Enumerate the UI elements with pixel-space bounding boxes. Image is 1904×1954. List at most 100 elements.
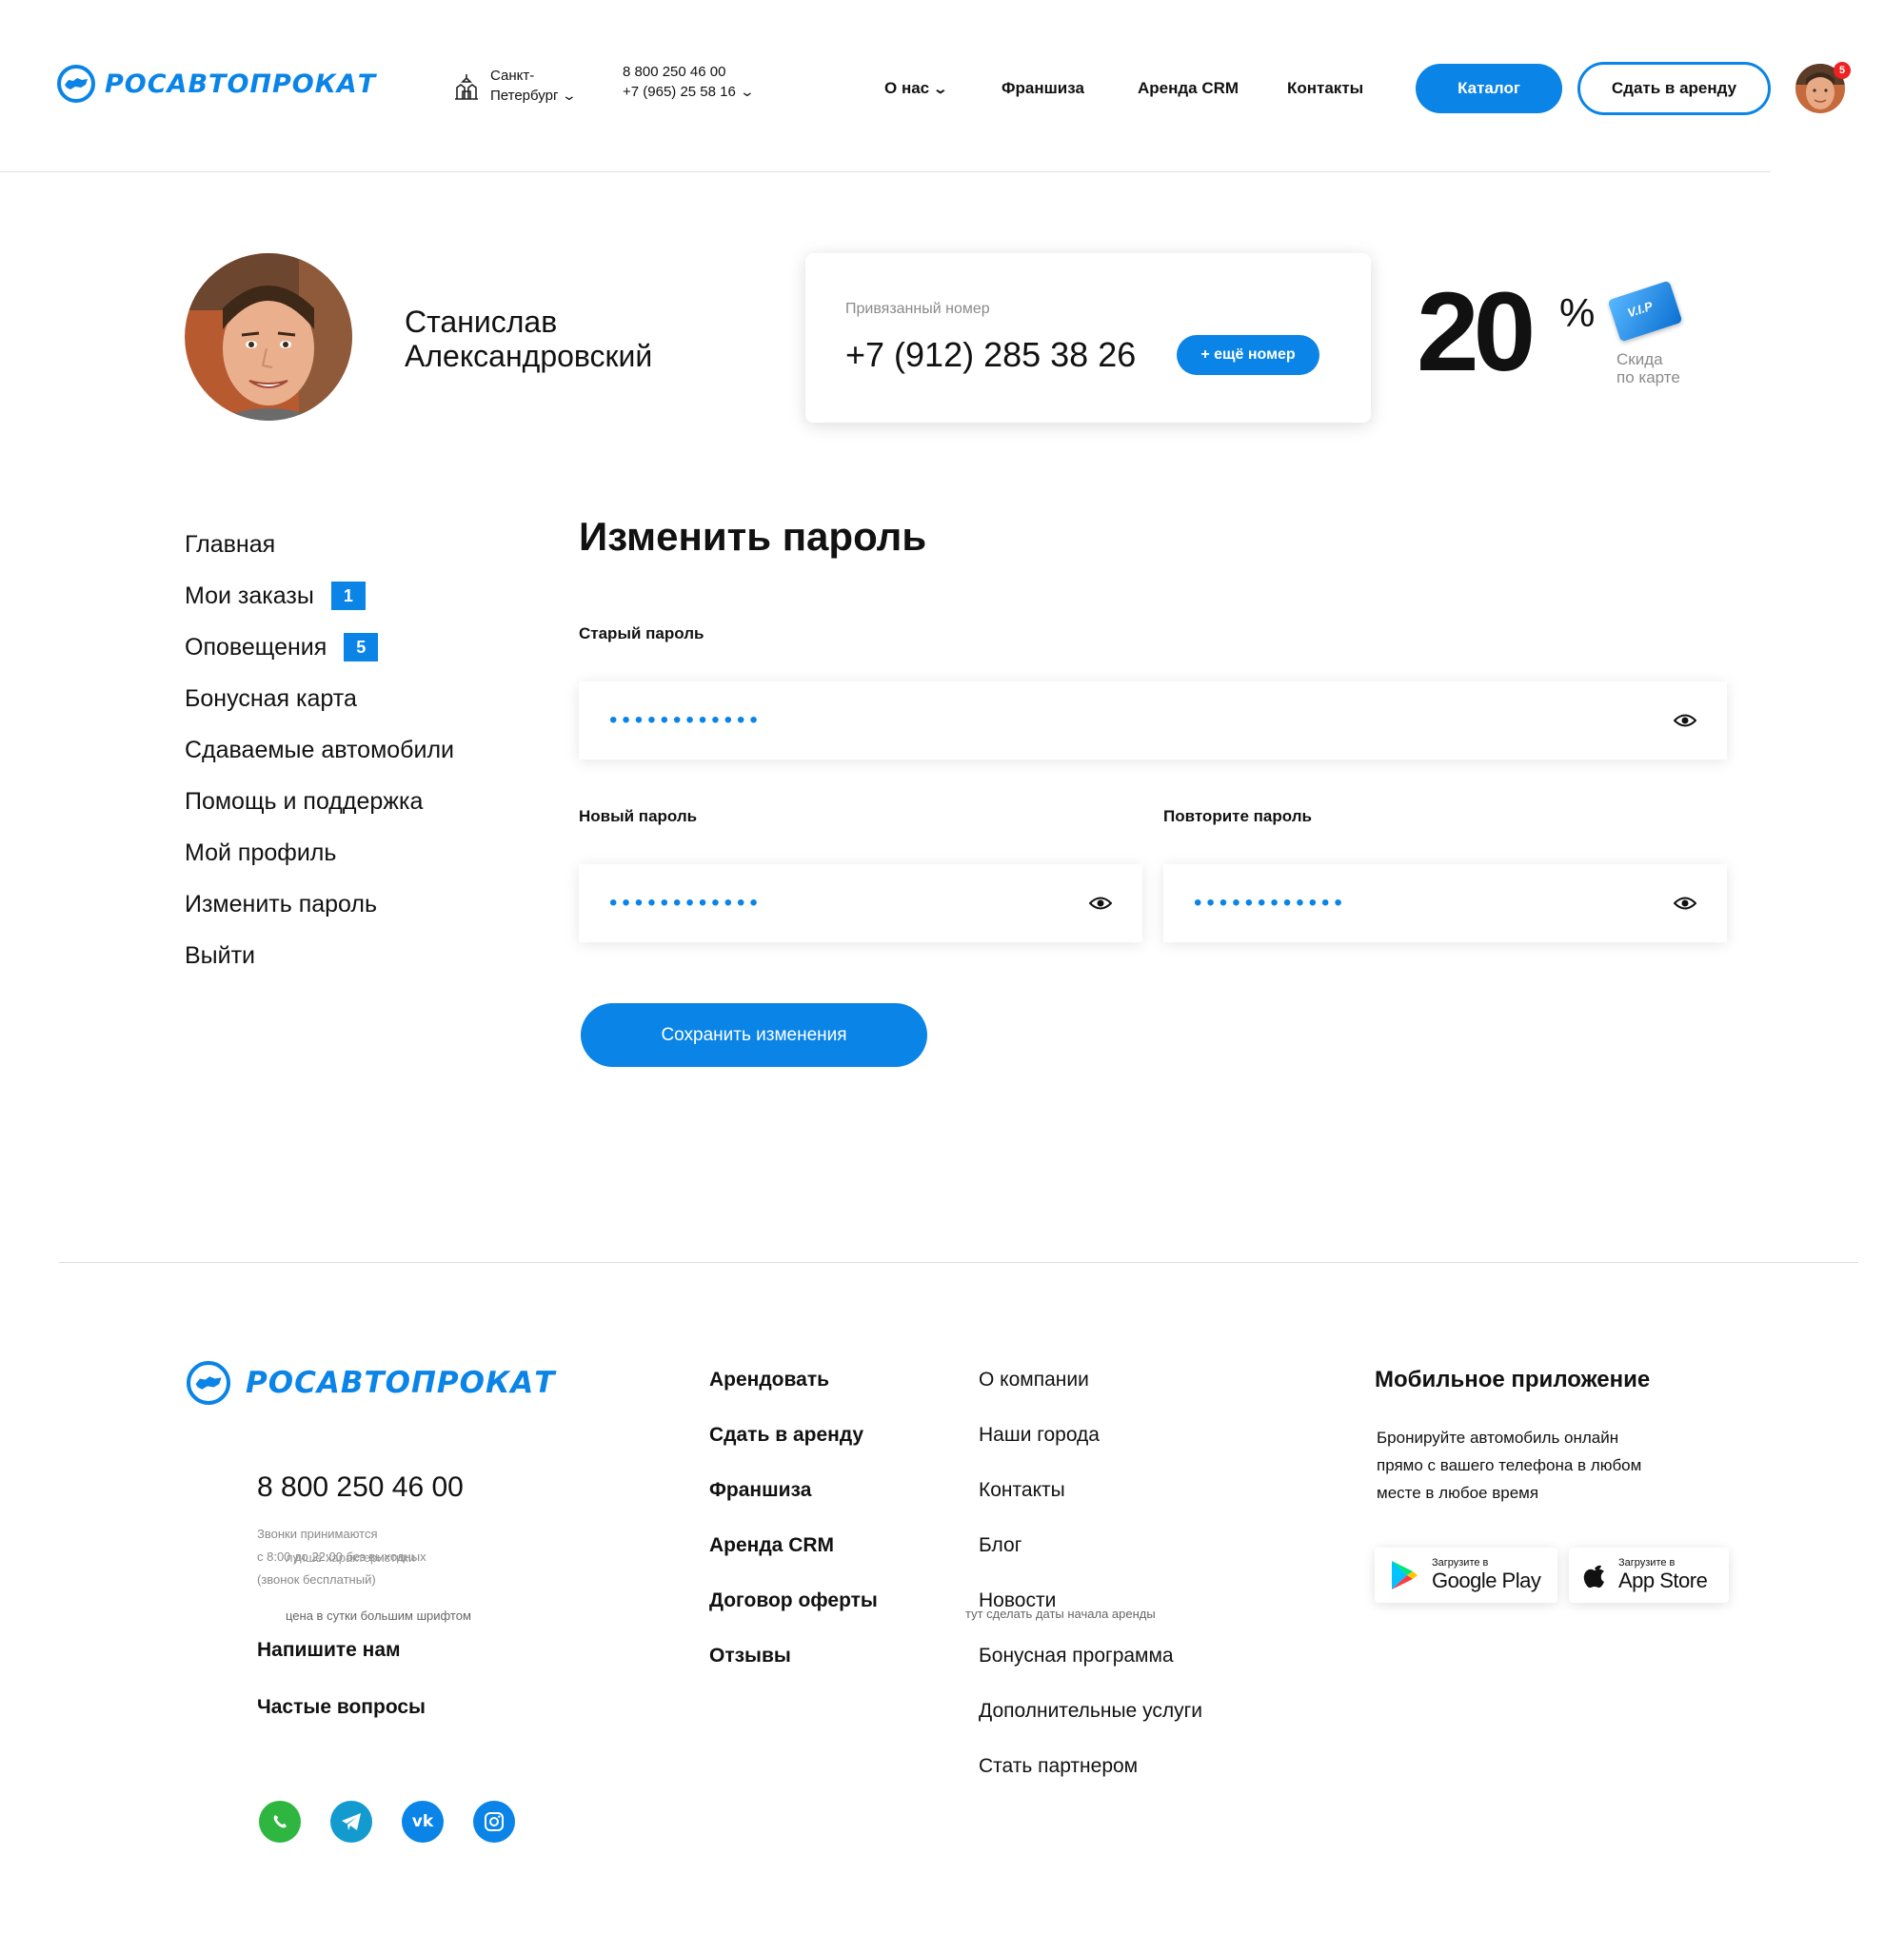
- footer-link-franchise[interactable]: Франшиза: [709, 1479, 878, 1534]
- repeat-password-field[interactable]: ••••••••••••: [1163, 864, 1727, 942]
- vk-icon[interactable]: vk: [402, 1801, 444, 1843]
- app-text-line1: Бронируйте автомобиль онлайн: [1377, 1429, 1619, 1447]
- footer-phone[interactable]: 8 800 250 46 00: [257, 1471, 464, 1504]
- write-us-link[interactable]: Напишите нам: [257, 1639, 401, 1662]
- sidebar-item-logout[interactable]: Выйти: [185, 937, 527, 975]
- apple-big-label: App Store: [1618, 1569, 1708, 1592]
- sidebar-item-label: Главная: [185, 530, 276, 558]
- new-password-value: ••••••••••••: [609, 890, 763, 916]
- footer-link-contacts[interactable]: Контакты: [979, 1479, 1202, 1534]
- vip-card-label: V.I.P: [1625, 298, 1655, 321]
- nav-franchise[interactable]: Франшиза: [1002, 79, 1084, 98]
- footer-link-offer[interactable]: Договор оферты: [709, 1589, 878, 1645]
- sidebar-item-home[interactable]: Главная: [185, 525, 527, 563]
- app-store-button[interactable]: Загрузите в App Store: [1569, 1548, 1729, 1603]
- footer-link-crm[interactable]: Аренда CRM: [709, 1534, 878, 1589]
- linked-phone-label: Привязанный номер: [845, 301, 990, 317]
- rent-out-button[interactable]: Сдать в аренду: [1577, 62, 1771, 115]
- design-note-2: цена в сутки большим шрифтом: [286, 1609, 471, 1623]
- footer-link-reviews[interactable]: Отзывы: [709, 1645, 878, 1700]
- footer-link-services[interactable]: Дополнительные услуги: [979, 1700, 1202, 1755]
- phone-selector[interactable]: 8 800 250 46 00 +7 (965) 25 58 16 ⌄: [623, 63, 755, 102]
- sidebar-item-orders[interactable]: Мои заказы 1: [185, 577, 527, 615]
- footer-hours-line3: (звонок бесплатный): [257, 1572, 376, 1587]
- header-divider: [0, 171, 1771, 172]
- sidebar: Главная Мои заказы 1 Оповещения 5 Бонусная…: [185, 525, 527, 975]
- sidebar-item-label: Изменить пароль: [185, 890, 378, 918]
- repeat-password-value: ••••••••••••: [1194, 890, 1347, 916]
- user-first-name: Станислав: [405, 305, 558, 339]
- logo-text: РОСАВТОПРОКАТ: [105, 69, 377, 99]
- sidebar-item-bonus-card[interactable]: Бонусная карта: [185, 680, 527, 718]
- sidebar-item-label: Бонусная карта: [185, 684, 357, 712]
- apple-small-label: Загрузите в: [1618, 1557, 1676, 1569]
- discount-caption-line2: по карте: [1616, 368, 1680, 386]
- footer-link-cities[interactable]: Наши города: [979, 1424, 1202, 1479]
- footer-link-rent[interactable]: Арендовать: [709, 1369, 878, 1424]
- sidebar-item-profile[interactable]: Мой профиль: [185, 834, 527, 872]
- app-text-line3: месте в любое время: [1377, 1484, 1539, 1502]
- whatsapp-icon[interactable]: [259, 1801, 301, 1843]
- nav-crm[interactable]: Аренда CRM: [1138, 79, 1239, 98]
- app-description: Бронируйте автомобиль онлайн прямо с ваш…: [1377, 1424, 1641, 1507]
- eye-icon[interactable]: [1674, 896, 1696, 911]
- faq-link[interactable]: Частые вопросы: [257, 1696, 426, 1719]
- footer-link-bonus[interactable]: Бонусная программа: [979, 1645, 1202, 1700]
- city-selector[interactable]: Санкт- Петербург ⌄: [452, 67, 578, 106]
- user-avatar-button[interactable]: 5: [1795, 62, 1851, 113]
- instagram-icon[interactable]: [473, 1801, 515, 1843]
- profile-avatar: [185, 253, 352, 421]
- nav-about[interactable]: О нас ⌄: [884, 79, 949, 98]
- vip-card-icon: V.I.P: [1607, 280, 1683, 343]
- footer-col-1: Арендовать Сдать в аренду Франшиза Аренд…: [709, 1369, 878, 1700]
- sidebar-item-notifications[interactable]: Оповещения 5: [185, 628, 527, 666]
- catalog-button[interactable]: Каталог: [1416, 64, 1562, 113]
- linked-phone-card: Привязанный номер +7 (912) 285 38 26 + е…: [805, 253, 1371, 423]
- user-last-name: Александровский: [405, 339, 653, 373]
- discount-caption-line1: Скида: [1616, 350, 1663, 368]
- design-note-1: лучше характеристики: [286, 1550, 416, 1565]
- sidebar-item-rented-cars[interactable]: Сдаваемые автомобили: [185, 731, 527, 769]
- orders-count-badge: 1: [330, 582, 366, 610]
- logo-emblem-icon: [57, 65, 95, 103]
- discount-caption: Скида по карте: [1616, 350, 1680, 386]
- logo-emblem-icon: [187, 1361, 230, 1405]
- header-phone-2[interactable]: +7 (965) 25 58 16: [623, 84, 736, 100]
- footer-link-blog[interactable]: Блог: [979, 1534, 1202, 1589]
- chevron-down-icon: ⌄: [562, 88, 578, 103]
- google-play-button[interactable]: Загрузите в Google Play: [1375, 1548, 1557, 1603]
- new-password-field[interactable]: ••••••••••••: [579, 864, 1142, 942]
- chevron-down-icon: ⌄: [739, 84, 755, 99]
- telegram-icon[interactable]: [330, 1801, 372, 1843]
- linked-phone-number: +7 (912) 285 38 26: [845, 335, 1137, 374]
- header-logo[interactable]: РОСАВТОПРОКАТ: [57, 65, 376, 103]
- eye-icon[interactable]: [1674, 713, 1696, 728]
- city-line2: Петербург: [490, 88, 559, 104]
- new-password-label: Новый пароль: [579, 807, 698, 825]
- sidebar-item-label: Мои заказы: [185, 582, 314, 609]
- old-password-value: ••••••••••••: [609, 707, 763, 733]
- chevron-down-icon: ⌄: [932, 81, 949, 96]
- footer-hours-line1: Звонки принимаются: [257, 1527, 378, 1541]
- eye-icon[interactable]: [1089, 896, 1112, 911]
- design-note-3: тут сделать даты начала аренды: [965, 1607, 1156, 1621]
- city-line1: Санкт-: [490, 68, 535, 84]
- add-phone-button[interactable]: + ещё номер: [1177, 335, 1319, 375]
- footer-link-rent-out[interactable]: Сдать в аренду: [709, 1424, 878, 1479]
- nav-about-label: О нас: [884, 79, 930, 97]
- sidebar-item-label: Сдаваемые автомобили: [185, 736, 454, 763]
- sidebar-item-label: Оповещения: [185, 633, 327, 661]
- sidebar-item-change-password[interactable]: Изменить пароль: [185, 885, 527, 923]
- old-password-field[interactable]: ••••••••••••: [579, 681, 1727, 760]
- discount-value: 20: [1417, 269, 1536, 395]
- nav-contacts[interactable]: Контакты: [1287, 79, 1363, 98]
- user-name: Станислав Александровский: [405, 305, 652, 373]
- save-changes-button[interactable]: Сохранить изменения: [581, 1003, 927, 1067]
- app-title: Мобильное приложение: [1375, 1367, 1651, 1392]
- sidebar-item-support[interactable]: Помощь и поддержка: [185, 782, 527, 820]
- header-phone-1[interactable]: 8 800 250 46 00: [623, 63, 753, 82]
- footer-logo[interactable]: РОСАВТОПРОКАТ: [187, 1361, 555, 1405]
- footer-link-partner[interactable]: Стать партнером: [979, 1755, 1202, 1810]
- footer-link-about[interactable]: О компании: [979, 1369, 1202, 1424]
- sidebar-item-label: Выйти: [185, 941, 256, 969]
